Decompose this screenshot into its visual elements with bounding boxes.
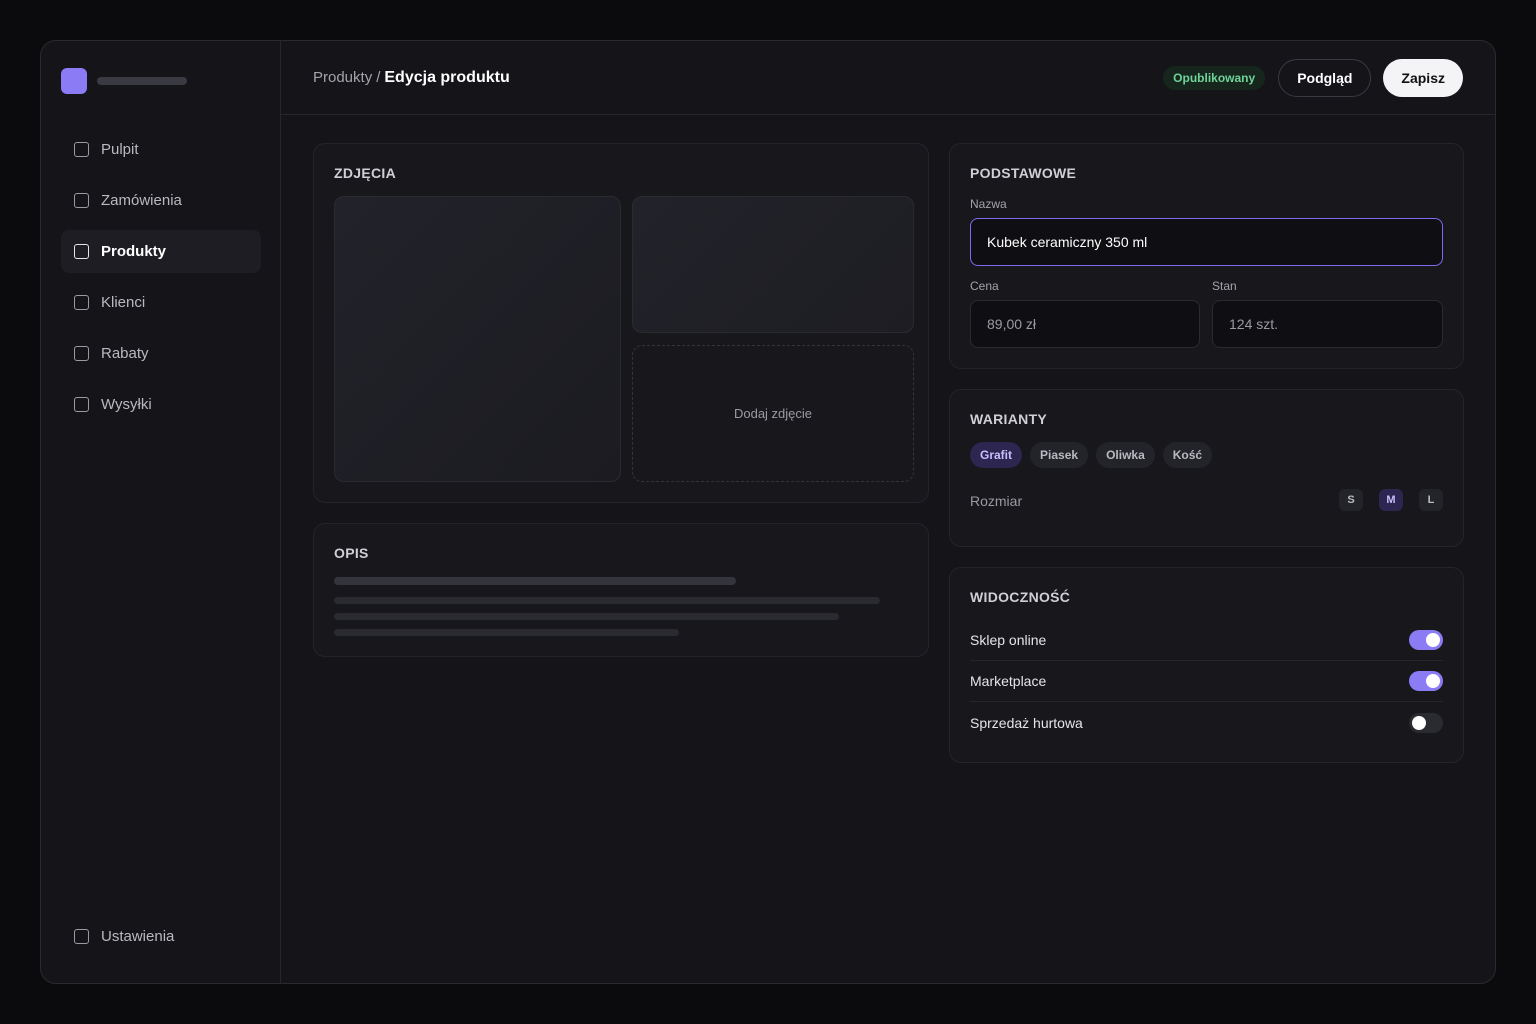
visibility-row-online: Sklep online (970, 620, 1443, 661)
sidebar-item-label: Wysyłki (101, 396, 152, 413)
size-options: S M L (1323, 489, 1443, 511)
brand-logo (61, 68, 87, 94)
save-button[interactable]: Zapisz (1383, 58, 1463, 97)
description-text-placeholder[interactable] (334, 577, 736, 585)
sidebar-nav: Pulpit Zamówienia Produkty Klienci Rabat… (61, 128, 261, 434)
name-input[interactable]: Kubek ceramiczny 350 ml (970, 218, 1443, 266)
name-label: Nazwa (970, 197, 1007, 211)
secondary-photo[interactable] (632, 196, 914, 333)
square-icon (74, 244, 89, 259)
price-input[interactable]: 89,00 zł (970, 300, 1200, 348)
visibility-label: Sprzedaż hurtowa (970, 714, 1083, 731)
visibility-card: WIDOCZNOŚĆ Sklep online Marketplace Sprz… (949, 567, 1464, 763)
size-option-l[interactable]: L (1419, 489, 1443, 511)
square-icon (74, 397, 89, 412)
page-title: Edycja produktu (384, 68, 510, 86)
price-label: Cena (970, 279, 999, 293)
color-chips: Grafit Piasek Oliwka Kość (970, 442, 1220, 468)
online-store-toggle[interactable] (1409, 630, 1443, 650)
square-icon (74, 193, 89, 208)
main-photo[interactable] (334, 196, 621, 482)
color-chip-oliwka[interactable]: Oliwka (1096, 442, 1155, 468)
photos-card: ZDJĘCIA Dodaj zdjęcie (313, 143, 929, 503)
stock-input[interactable]: 124 szt. (1212, 300, 1443, 348)
square-icon (74, 929, 89, 944)
description-text-placeholder (334, 629, 679, 636)
sidebar-item-klienci[interactable]: Klienci (61, 281, 261, 324)
sidebar-item-wysylki[interactable]: Wysyłki (61, 383, 261, 426)
sidebar-item-pulpit[interactable]: Pulpit (61, 128, 261, 171)
toggle-knob (1426, 633, 1440, 647)
add-photo-button[interactable]: Dodaj zdjęcie (632, 345, 914, 482)
sidebar-item-label: Klienci (101, 294, 146, 311)
sidebar-item-rabaty[interactable]: Rabaty (61, 332, 261, 375)
description-text-placeholder (334, 613, 839, 620)
size-option-s[interactable]: S (1339, 489, 1363, 511)
app-window: Pulpit Zamówienia Produkty Klienci Rabat… (40, 40, 1496, 984)
sidebar-item-ustawienia[interactable]: Ustawienia (61, 915, 261, 958)
variants-card: WARIANTY Grafit Piasek Oliwka Kość Rozmi… (949, 389, 1464, 547)
breadcrumb: Produkty / Edycja produktu (313, 69, 510, 87)
color-chip-kosc[interactable]: Kość (1162, 442, 1213, 468)
add-photo-label: Dodaj zdjęcie (733, 406, 813, 421)
main-content: Produkty / Edycja produktu Opublikowany … (281, 41, 1495, 983)
brand (61, 68, 187, 94)
sidebar-item-zamowienia[interactable]: Zamówienia (61, 179, 261, 222)
square-icon (74, 142, 89, 157)
visibility-label: Marketplace (970, 673, 1047, 689)
square-icon (74, 346, 89, 361)
topbar: Produkty / Edycja produktu Opublikowany … (281, 41, 1495, 115)
status-badge: Opublikowany (1163, 65, 1266, 90)
top-actions: Opublikowany Podgląd Zapisz (1163, 58, 1463, 97)
color-chip-piasek[interactable]: Piasek (1030, 442, 1089, 468)
toggle-knob (1426, 674, 1440, 688)
sidebar-item-label: Ustawienia (101, 928, 175, 945)
sidebar-item-label: Zamówienia (101, 192, 182, 209)
marketplace-toggle[interactable] (1409, 671, 1443, 691)
breadcrumb-parent-link[interactable]: Produkty (313, 69, 372, 86)
photos-title: ZDJĘCIA (334, 165, 396, 181)
preview-button[interactable]: Podgląd (1278, 58, 1372, 97)
description-title: OPIS (334, 545, 369, 561)
visibility-label: Sklep online (970, 632, 1047, 648)
breadcrumb-separator: / (376, 69, 381, 86)
brand-name-placeholder (97, 77, 187, 85)
size-option-m[interactable]: M (1379, 489, 1403, 511)
stock-label: Stan (1212, 279, 1237, 293)
sidebar-item-produkty[interactable]: Produkty (61, 230, 261, 273)
variants-title: WARIANTY (970, 411, 1048, 427)
visibility-row-marketplace: Marketplace (970, 661, 1443, 702)
wholesale-toggle[interactable] (1409, 712, 1443, 733)
sidebar-bottom: Ustawienia (61, 915, 261, 966)
basics-title: PODSTAWOWE (970, 165, 1077, 181)
square-icon (74, 295, 89, 310)
sidebar-item-label: Produkty (101, 243, 167, 260)
basics-card: PODSTAWOWE Nazwa Kubek ceramiczny 350 ml… (949, 143, 1464, 369)
description-text-placeholder (334, 597, 880, 604)
size-label: Rozmiar (970, 493, 1023, 509)
color-chip-grafit[interactable]: Grafit (970, 442, 1023, 468)
visibility-title: WIDOCZNOŚĆ (970, 589, 1071, 605)
sidebar-item-label: Rabaty (101, 345, 149, 362)
visibility-row-wholesale: Sprzedaż hurtowa (970, 702, 1443, 743)
sidebar-item-label: Pulpit (101, 141, 139, 158)
description-card: OPIS (313, 523, 929, 657)
toggle-knob (1412, 715, 1426, 730)
sidebar: Pulpit Zamówienia Produkty Klienci Rabat… (41, 41, 281, 983)
